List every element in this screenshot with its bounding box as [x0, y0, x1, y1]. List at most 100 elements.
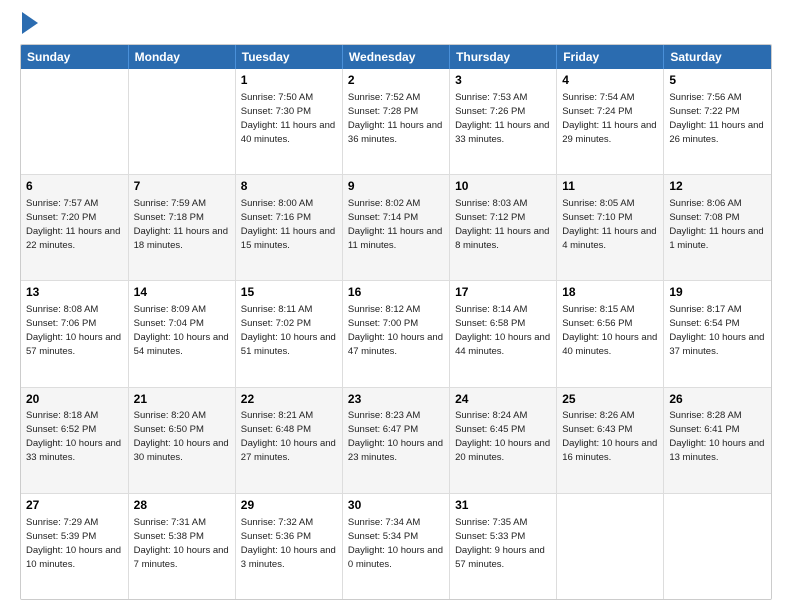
- day-number: 9: [348, 178, 444, 195]
- day-cell: 5Sunrise: 7:56 AMSunset: 7:22 PMDaylight…: [664, 69, 771, 175]
- day-number: 17: [455, 284, 551, 301]
- day-number: 12: [669, 178, 766, 195]
- cell-text: Sunrise: 8:15 AMSunset: 6:56 PMDaylight:…: [562, 304, 657, 357]
- week-row: 1 Sunrise: 7:50 AMSunset: 7:30 PMDaylight…: [21, 69, 771, 175]
- day-number: 2: [348, 72, 444, 89]
- day-cell: 31 Sunrise: 7:35 AMSunset: 5:33 PMDayligh…: [450, 493, 557, 599]
- day-cell: 12Sunrise: 8:06 AMSunset: 7:08 PMDayligh…: [664, 175, 771, 281]
- day-cell: 22 Sunrise: 8:21 AMSunset: 6:48 PMDayligh…: [235, 387, 342, 493]
- header: [20, 16, 772, 34]
- day-cell: 25 Sunrise: 8:26 AMSunset: 6:43 PMDayligh…: [557, 387, 664, 493]
- day-cell: 19 Sunrise: 8:17 AMSunset: 6:54 PMDayligh…: [664, 281, 771, 387]
- day-cell: 9Sunrise: 8:02 AMSunset: 7:14 PMDaylight…: [342, 175, 449, 281]
- week-row: 20 Sunrise: 8:18 AMSunset: 6:52 PMDayligh…: [21, 387, 771, 493]
- day-number: 18: [562, 284, 658, 301]
- cell-text: Sunrise: 8:12 AMSunset: 7:00 PMDaylight:…: [348, 304, 443, 357]
- cell-text: Sunrise: 8:26 AMSunset: 6:43 PMDaylight:…: [562, 410, 657, 463]
- cell-text: Sunrise: 8:28 AMSunset: 6:41 PMDaylight:…: [669, 410, 764, 463]
- cell-text: Sunrise: 8:23 AMSunset: 6:47 PMDaylight:…: [348, 410, 443, 463]
- day-cell: 13 Sunrise: 8:08 AMSunset: 7:06 PMDayligh…: [21, 281, 128, 387]
- day-number: 11: [562, 178, 658, 195]
- cell-text: Sunrise: 7:50 AMSunset: 7:30 PMDaylight:…: [241, 92, 335, 145]
- day-cell: [664, 493, 771, 599]
- cell-text: Sunrise: 7:59 AMSunset: 7:18 PMDaylight:…: [134, 198, 228, 251]
- cell-text: Sunrise: 7:56 AMSunset: 7:22 PMDaylight:…: [669, 92, 763, 145]
- cell-text: Sunrise: 8:11 AMSunset: 7:02 PMDaylight:…: [241, 304, 336, 357]
- day-number: 7: [134, 178, 230, 195]
- day-header-cell: Monday: [128, 45, 235, 69]
- calendar-table: SundayMondayTuesdayWednesdayThursdayFrid…: [21, 45, 771, 599]
- week-row: 6 Sunrise: 7:57 AMSunset: 7:20 PMDaylight…: [21, 175, 771, 281]
- day-cell: 24Sunrise: 8:24 AMSunset: 6:45 PMDayligh…: [450, 387, 557, 493]
- day-number: 26: [669, 391, 766, 408]
- day-number: 27: [26, 497, 123, 514]
- cell-text: Sunrise: 8:21 AMSunset: 6:48 PMDaylight:…: [241, 410, 336, 463]
- day-cell: 11 Sunrise: 8:05 AMSunset: 7:10 PMDayligh…: [557, 175, 664, 281]
- day-cell: 16 Sunrise: 8:12 AMSunset: 7:00 PMDayligh…: [342, 281, 449, 387]
- cell-text: Sunrise: 8:09 AMSunset: 7:04 PMDaylight:…: [134, 304, 229, 357]
- day-cell: 1 Sunrise: 7:50 AMSunset: 7:30 PMDaylight…: [235, 69, 342, 175]
- day-header-cell: Sunday: [21, 45, 128, 69]
- day-header-row: SundayMondayTuesdayWednesdayThursdayFrid…: [21, 45, 771, 69]
- day-cell: 3Sunrise: 7:53 AMSunset: 7:26 PMDaylight…: [450, 69, 557, 175]
- cell-text: Sunrise: 8:08 AMSunset: 7:06 PMDaylight:…: [26, 304, 121, 357]
- day-cell: 26 Sunrise: 8:28 AMSunset: 6:41 PMDayligh…: [664, 387, 771, 493]
- day-number: 8: [241, 178, 337, 195]
- day-number: 19: [669, 284, 766, 301]
- day-cell: [21, 69, 128, 175]
- day-cell: 8 Sunrise: 8:00 AMSunset: 7:16 PMDaylight…: [235, 175, 342, 281]
- calendar: SundayMondayTuesdayWednesdayThursdayFrid…: [20, 44, 772, 600]
- day-number: 21: [134, 391, 230, 408]
- cell-text: Sunrise: 7:35 AMSunset: 5:33 PMDaylight:…: [455, 517, 545, 570]
- day-cell: 6 Sunrise: 7:57 AMSunset: 7:20 PMDaylight…: [21, 175, 128, 281]
- day-cell: 23 Sunrise: 8:23 AMSunset: 6:47 PMDayligh…: [342, 387, 449, 493]
- day-number: 1: [241, 72, 337, 89]
- week-row: 13 Sunrise: 8:08 AMSunset: 7:06 PMDayligh…: [21, 281, 771, 387]
- day-cell: 29Sunrise: 7:32 AMSunset: 5:36 PMDayligh…: [235, 493, 342, 599]
- cell-text: Sunrise: 7:32 AMSunset: 5:36 PMDaylight:…: [241, 517, 336, 570]
- day-cell: [128, 69, 235, 175]
- cell-text: Sunrise: 8:20 AMSunset: 6:50 PMDaylight:…: [134, 410, 229, 463]
- day-number: 13: [26, 284, 123, 301]
- day-cell: 30Sunrise: 7:34 AMSunset: 5:34 PMDayligh…: [342, 493, 449, 599]
- day-cell: 15 Sunrise: 8:11 AMSunset: 7:02 PMDayligh…: [235, 281, 342, 387]
- day-header-cell: Saturday: [664, 45, 771, 69]
- cell-text: Sunrise: 7:57 AMSunset: 7:20 PMDaylight:…: [26, 198, 120, 251]
- day-header-cell: Thursday: [450, 45, 557, 69]
- cell-text: Sunrise: 8:00 AMSunset: 7:16 PMDaylight:…: [241, 198, 335, 251]
- cell-text: Sunrise: 7:52 AMSunset: 7:28 PMDaylight:…: [348, 92, 442, 145]
- day-number: 23: [348, 391, 444, 408]
- day-cell: 18 Sunrise: 8:15 AMSunset: 6:56 PMDayligh…: [557, 281, 664, 387]
- day-header-cell: Tuesday: [235, 45, 342, 69]
- day-number: 16: [348, 284, 444, 301]
- cell-text: Sunrise: 8:14 AMSunset: 6:58 PMDaylight:…: [455, 304, 550, 357]
- day-cell: 21 Sunrise: 8:20 AMSunset: 6:50 PMDayligh…: [128, 387, 235, 493]
- day-cell: 27Sunrise: 7:29 AMSunset: 5:39 PMDayligh…: [21, 493, 128, 599]
- day-number: 31: [455, 497, 551, 514]
- day-number: 20: [26, 391, 123, 408]
- cell-text: Sunrise: 8:05 AMSunset: 7:10 PMDaylight:…: [562, 198, 656, 251]
- day-cell: 2 Sunrise: 7:52 AMSunset: 7:28 PMDaylight…: [342, 69, 449, 175]
- cell-text: Sunrise: 7:31 AMSunset: 5:38 PMDaylight:…: [134, 517, 229, 570]
- page: SundayMondayTuesdayWednesdayThursdayFrid…: [0, 0, 792, 612]
- day-number: 15: [241, 284, 337, 301]
- day-number: 6: [26, 178, 123, 195]
- day-cell: 17 Sunrise: 8:14 AMSunset: 6:58 PMDayligh…: [450, 281, 557, 387]
- cell-text: Sunrise: 8:18 AMSunset: 6:52 PMDaylight:…: [26, 410, 121, 463]
- day-number: 25: [562, 391, 658, 408]
- day-cell: 10Sunrise: 8:03 AMSunset: 7:12 PMDayligh…: [450, 175, 557, 281]
- day-cell: [557, 493, 664, 599]
- cell-text: Sunrise: 7:54 AMSunset: 7:24 PMDaylight:…: [562, 92, 656, 145]
- day-number: 3: [455, 72, 551, 89]
- day-number: 30: [348, 497, 444, 514]
- day-number: 28: [134, 497, 230, 514]
- day-header-cell: Friday: [557, 45, 664, 69]
- day-cell: 20 Sunrise: 8:18 AMSunset: 6:52 PMDayligh…: [21, 387, 128, 493]
- day-number: 22: [241, 391, 337, 408]
- cell-text: Sunrise: 8:24 AMSunset: 6:45 PMDaylight:…: [455, 410, 550, 463]
- day-number: 4: [562, 72, 658, 89]
- day-header-cell: Wednesday: [342, 45, 449, 69]
- logo: [20, 16, 38, 34]
- cell-text: Sunrise: 8:17 AMSunset: 6:54 PMDaylight:…: [669, 304, 764, 357]
- day-cell: 28 Sunrise: 7:31 AMSunset: 5:38 PMDayligh…: [128, 493, 235, 599]
